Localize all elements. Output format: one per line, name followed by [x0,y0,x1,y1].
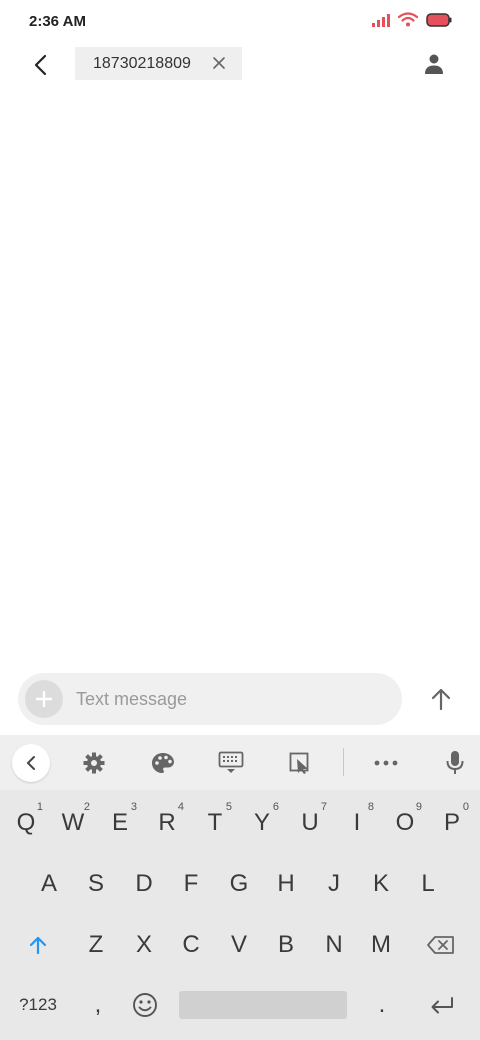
resize-icon [289,752,309,774]
keyboard-layout-button[interactable] [213,745,249,781]
key-g[interactable]: G [217,858,261,910]
key-n[interactable]: N [312,919,356,971]
plus-icon [35,690,53,708]
key-label: T [207,809,223,836]
status-icons [372,12,452,27]
key-hint: 7 [320,801,327,813]
key-hint: 6 [272,801,279,813]
settings-button[interactable] [76,745,112,781]
key-label: P [443,809,460,836]
period-key[interactable]: . [364,981,400,1029]
battery-icon [426,12,452,27]
message-input[interactable] [76,685,386,713]
keyboard: Q1 W2 E3 R4 T5 Y6 U7 I8 O9 P0 A S D F G … [0,735,480,1040]
gear-icon [83,752,105,774]
key-b[interactable]: B [264,919,308,971]
toolbar-divider [343,748,344,776]
status-bar: 2:36 AM [0,0,480,44]
key-hint: 1 [36,801,43,813]
key-q[interactable]: Q1 [4,797,48,849]
shift-key[interactable] [16,919,60,971]
key-r[interactable]: R4 [145,797,189,849]
back-button[interactable] [26,50,56,80]
key-label: I [353,809,361,836]
key-label: R [158,809,176,836]
backspace-key[interactable] [419,919,463,971]
voice-input-button[interactable] [437,745,473,781]
key-label: W [61,809,85,836]
close-icon[interactable] [212,56,226,70]
keyboard-toolbar [0,735,480,790]
collapse-icon [27,756,35,770]
key-v[interactable]: V [217,919,261,971]
key-y[interactable]: Y6 [240,797,284,849]
key-o[interactable]: O9 [383,797,427,849]
recipient-chip[interactable]: 18730218809 [75,47,242,80]
backspace-icon [427,936,454,954]
key-j[interactable]: J [312,858,356,910]
key-l[interactable]: L [406,858,450,910]
key-t[interactable]: T5 [193,797,237,849]
back-arrow-icon [34,54,47,76]
keyboard-icon [218,751,244,773]
key-label: Q [16,809,36,836]
symbols-key[interactable]: ?123 [10,981,66,1029]
key-label: O [395,809,415,836]
signal-icon [372,13,390,27]
send-button[interactable] [424,682,458,716]
key-hint: 9 [415,801,422,813]
recipient-number: 18730218809 [93,54,191,72]
key-label: E [111,809,128,836]
emoji-key[interactable] [126,981,164,1029]
key-a[interactable]: A [27,858,71,910]
send-arrow-icon [431,688,451,711]
more-button[interactable] [368,745,404,781]
key-hint: 8 [367,801,374,813]
key-label: Y [253,809,270,836]
key-z[interactable]: Z [74,919,118,971]
wifi-icon [398,12,418,27]
resize-button[interactable] [282,745,318,781]
shift-arrow-icon [29,936,47,955]
mic-icon [446,751,464,774]
palette-icon [152,753,174,773]
enter-key[interactable] [420,981,464,1029]
key-k[interactable]: K [359,858,403,910]
status-time: 2:36 AM [29,13,86,30]
key-m[interactable]: M [359,919,403,971]
key-i[interactable]: I8 [335,797,379,849]
collapse-button[interactable] [12,744,50,782]
key-s[interactable]: S [74,858,118,910]
person-icon[interactable] [422,52,446,76]
more-icon [374,760,398,766]
key-p[interactable]: P0 [430,797,474,849]
key-label: U [301,809,319,836]
attach-button[interactable] [25,680,63,718]
key-hint: 4 [177,801,184,813]
key-hint: 3 [130,801,137,813]
key-c[interactable]: C [169,919,213,971]
key-hint: 5 [225,801,232,813]
comma-key[interactable]: , [80,981,116,1029]
space-key[interactable] [179,991,347,1019]
key-e[interactable]: E3 [98,797,142,849]
key-u[interactable]: U7 [288,797,332,849]
conversation-header: 18730218809 [0,44,480,84]
theme-button[interactable] [145,745,181,781]
enter-icon [431,997,453,1014]
key-x[interactable]: X [122,919,166,971]
key-f[interactable]: F [169,858,213,910]
emoji-icon [133,993,157,1017]
compose-bar [18,673,402,725]
key-hint: 0 [462,801,469,813]
key-w[interactable]: W2 [51,797,95,849]
key-d[interactable]: D [122,858,166,910]
key-h[interactable]: H [264,858,308,910]
key-hint: 2 [83,801,90,813]
